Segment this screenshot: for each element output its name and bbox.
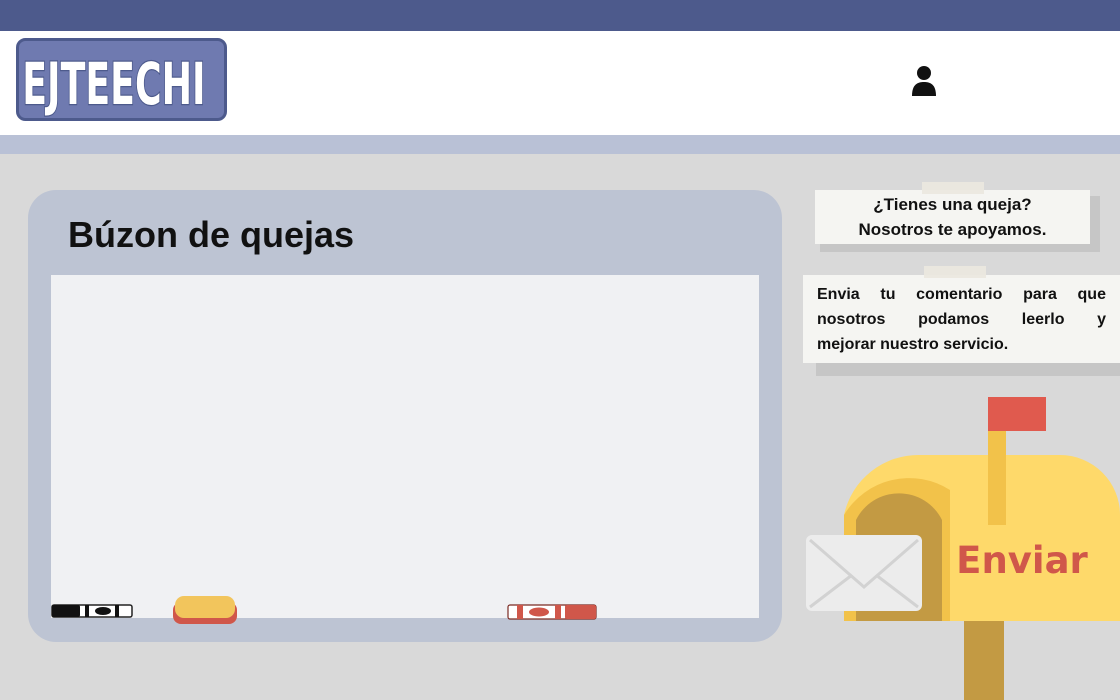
black-marker-icon xyxy=(51,604,133,618)
send-button[interactable]: Enviar xyxy=(948,536,1096,586)
tape-decoration xyxy=(922,182,984,194)
note-word: Envia xyxy=(817,286,860,303)
note-word: podamos xyxy=(918,311,990,328)
top-bar xyxy=(0,0,1120,31)
tape-decoration xyxy=(924,266,986,278)
note-line: mejorar nuestro servicio. xyxy=(817,336,1009,353)
header-divider-bar xyxy=(0,135,1120,154)
note-word: que xyxy=(1077,286,1106,303)
note-word: para xyxy=(1023,286,1057,303)
note-line: nosotros podamos leerlo y xyxy=(817,307,1106,332)
note-word: leerlo xyxy=(1021,311,1065,328)
note-word: y xyxy=(1097,311,1106,328)
info-note-instructions: Envia tu comentario para que nosotros po… xyxy=(803,275,1120,363)
note-word: tu xyxy=(880,286,896,303)
svg-text:EJTEECHI: EJTEECHI xyxy=(22,52,205,119)
note-line: Nosotros te apoyamos. xyxy=(858,220,1047,239)
ejteechi-logo[interactable]: EJTEECHI xyxy=(16,38,227,121)
note-word: comentario xyxy=(916,286,1003,303)
eraser-icon xyxy=(173,596,237,624)
complaint-textarea[interactable] xyxy=(51,275,759,618)
info-note-question: ¿Tienes una queja? Nosotros te apoyamos. xyxy=(815,190,1090,244)
user-icon[interactable] xyxy=(908,64,940,98)
note-line: Envia tu comentario para que xyxy=(817,282,1106,307)
note-line: ¿Tienes una queja? xyxy=(873,195,1032,214)
note-word: nosotros xyxy=(817,311,886,328)
page-title: Búzon de quejas xyxy=(68,214,355,255)
red-marker-icon xyxy=(507,604,597,620)
